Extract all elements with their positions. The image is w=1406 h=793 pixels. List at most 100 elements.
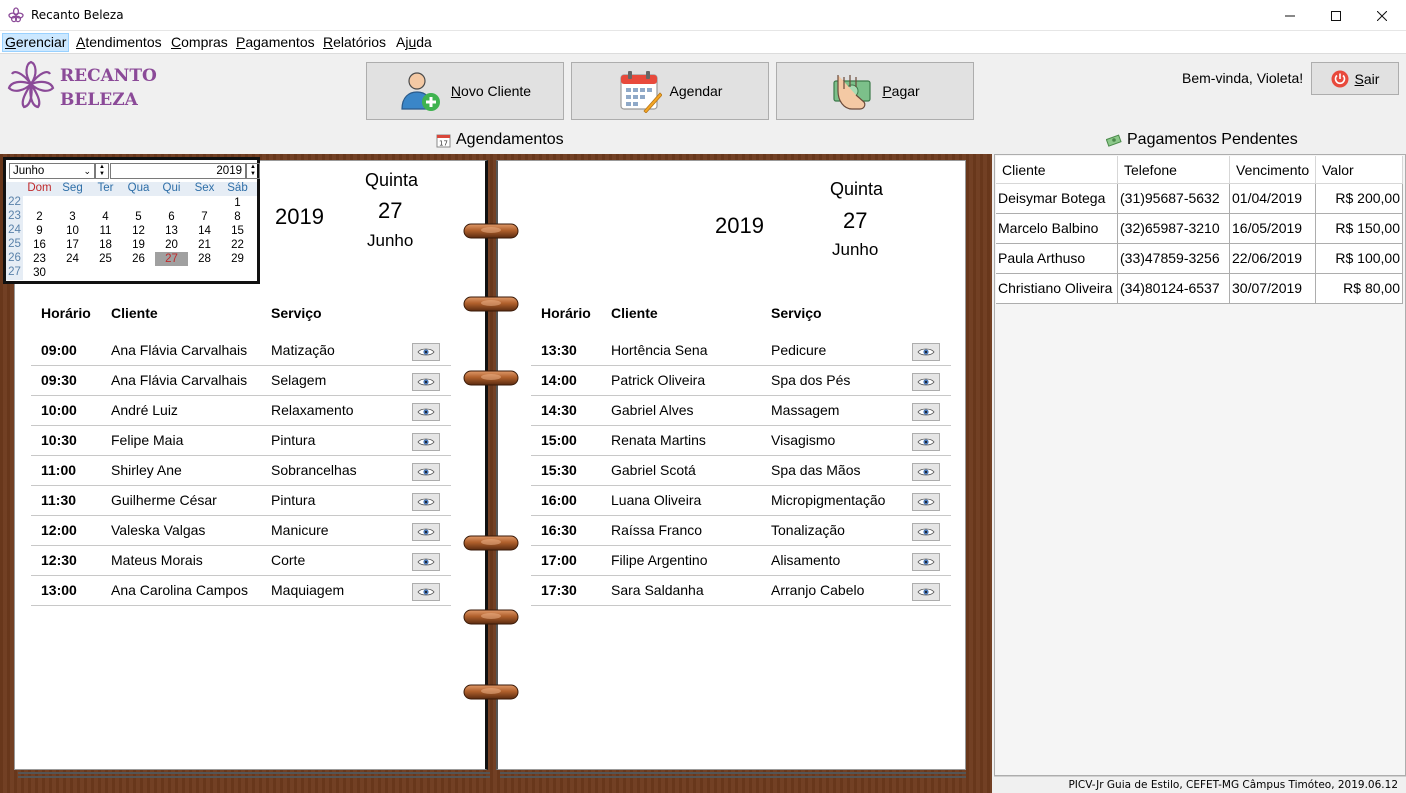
pagar-label: Pagar <box>882 83 920 99</box>
view-appointment-button[interactable] <box>412 433 440 451</box>
menu-atendimentos[interactable]: Atendimentos <box>73 33 165 52</box>
calendar-day[interactable]: 14 <box>188 224 221 238</box>
view-appointment-button[interactable] <box>412 553 440 571</box>
svg-text:17: 17 <box>439 139 448 147</box>
payment-phone[interactable]: (31)95687-5632 <box>1118 184 1230 214</box>
month-select[interactable]: Junho ⌄ <box>9 163 95 179</box>
calendar-day[interactable]: 13 <box>155 224 188 238</box>
view-appointment-button[interactable] <box>412 373 440 391</box>
calendar-day[interactable]: 25 <box>89 252 122 266</box>
pagar-button[interactable]: Pagar <box>776 62 974 120</box>
calendar-day[interactable]: 17 <box>56 238 89 252</box>
appointment-client: Filipe Argentino <box>611 552 708 568</box>
calendar-day[interactable]: 3 <box>56 210 89 224</box>
calendar-day-selected[interactable]: 27 <box>155 252 188 266</box>
calendar-day[interactable]: 7 <box>188 210 221 224</box>
payments-column-header[interactable]: Vencimento <box>1230 156 1316 184</box>
calendar-day[interactable]: 23 <box>23 252 56 266</box>
calendar-day[interactable]: 19 <box>122 238 155 252</box>
appointment-row: 16:30 Raíssa Franco Tonalização <box>531 516 951 546</box>
weekday-header: Sáb <box>227 182 248 194</box>
menu-compras[interactable]: Compras <box>168 33 231 52</box>
payment-due-date[interactable]: 22/06/2019 <box>1230 244 1316 274</box>
payment-phone[interactable]: (33)47859-3256 <box>1118 244 1230 274</box>
payment-phone[interactable]: (34)80124-6537 <box>1118 274 1230 304</box>
payments-column-header[interactable]: Valor <box>1316 156 1403 184</box>
appointment-time: 14:00 <box>541 372 577 388</box>
calendar-day[interactable]: 28 <box>188 252 221 266</box>
maximize-button[interactable] <box>1313 0 1359 31</box>
appointment-row: 09:00 Ana Flávia Carvalhais Matização <box>31 336 451 366</box>
calendar-day[interactable]: 29 <box>221 252 254 266</box>
calendar-day[interactable]: 9 <box>23 224 56 238</box>
calendar-day[interactable]: 6 <box>155 210 188 224</box>
payments-column-header[interactable]: Telefone <box>1118 156 1230 184</box>
sair-button[interactable]: Sair <box>1311 62 1399 95</box>
payment-client[interactable]: Paula Arthuso <box>996 244 1118 274</box>
appointment-time: 17:30 <box>541 582 577 598</box>
calendar-day[interactable]: 20 <box>155 238 188 252</box>
menu-pagamentos[interactable]: Pagamentos <box>233 33 318 52</box>
menu-gerenciar[interactable]: Gerenciar <box>2 33 70 52</box>
calendar-day[interactable]: 2 <box>23 210 56 224</box>
view-appointment-button[interactable] <box>912 553 940 571</box>
view-appointment-button[interactable] <box>912 493 940 511</box>
novo-cliente-button[interactable]: Novo Cliente <box>366 62 564 120</box>
calendar-day[interactable]: 21 <box>188 238 221 252</box>
left-month: Junho <box>367 231 414 250</box>
date-picker-calendar[interactable]: Junho ⌄ ▲ ▼ 2019 ▲ ▼ Dom Seg Ter Qua Qui Sex Sáb… <box>3 157 260 284</box>
payment-phone[interactable]: (32)65987-3210 <box>1118 214 1230 244</box>
view-appointment-button[interactable] <box>912 373 940 391</box>
view-appointment-button[interactable] <box>412 583 440 601</box>
calendar-day[interactable]: 30 <box>23 266 56 280</box>
close-button[interactable] <box>1359 0 1405 31</box>
payment-due-date[interactable]: 01/04/2019 <box>1230 184 1316 214</box>
view-appointment-button[interactable] <box>412 343 440 361</box>
payment-due-date[interactable]: 30/07/2019 <box>1230 274 1316 304</box>
calendar-day[interactable]: 22 <box>221 238 254 252</box>
payment-amount[interactable]: R$ 150,00 <box>1316 214 1403 244</box>
payment-client[interactable]: Christiano Oliveira <box>996 274 1118 304</box>
view-appointment-button[interactable] <box>912 523 940 541</box>
calendar-day[interactable]: 4 <box>89 210 122 224</box>
payment-client[interactable]: Deisymar Botega <box>996 184 1118 214</box>
calendar-day[interactable]: 24 <box>56 252 89 266</box>
menu-ajuda[interactable]: Ajuda <box>393 33 435 52</box>
agendar-button[interactable]: Agendar <box>571 62 769 120</box>
view-appointment-button[interactable] <box>912 583 940 601</box>
menu-relatorios[interactable]: Relatórios <box>320 33 389 52</box>
year-spinner[interactable]: ▲ ▼ <box>246 163 260 179</box>
calendar-day[interactable]: 16 <box>23 238 56 252</box>
minimize-button[interactable] <box>1267 0 1313 31</box>
calendar-day[interactable]: 18 <box>89 238 122 252</box>
payment-due-date[interactable]: 16/05/2019 <box>1230 214 1316 244</box>
view-appointment-button[interactable] <box>412 523 440 541</box>
payment-client[interactable]: Marcelo Balbino <box>996 214 1118 244</box>
calendar-day[interactable]: 8 <box>221 210 254 224</box>
view-appointment-button[interactable] <box>412 493 440 511</box>
view-appointment-button[interactable] <box>912 433 940 451</box>
calendar-small-icon: 17 <box>436 134 451 147</box>
payment-amount[interactable]: R$ 200,00 <box>1316 184 1403 214</box>
view-appointment-button[interactable] <box>412 463 440 481</box>
pending-payments-table[interactable]: Cliente Telefone Vencimento Valor Deisymar B… <box>994 154 1406 776</box>
view-appointment-button[interactable] <box>912 463 940 481</box>
calendar-day[interactable]: 26 <box>122 252 155 266</box>
maximize-icon <box>1331 10 1341 21</box>
view-appointment-button[interactable] <box>912 403 940 421</box>
view-appointment-button[interactable] <box>412 403 440 421</box>
year-field[interactable]: 2019 <box>110 163 246 179</box>
view-appointment-button[interactable] <box>912 343 940 361</box>
calendar-day[interactable]: 1 <box>221 196 254 210</box>
calendar-day[interactable]: 10 <box>56 224 89 238</box>
appointment-time: 11:30 <box>41 492 77 508</box>
payments-column-header[interactable]: Cliente <box>996 156 1118 184</box>
payment-amount[interactable]: R$ 80,00 <box>1316 274 1403 304</box>
calendar-day[interactable]: 5 <box>122 210 155 224</box>
calendar-day[interactable]: 12 <box>122 224 155 238</box>
month-spinner[interactable]: ▲ ▼ <box>95 163 109 179</box>
payment-amount[interactable]: R$ 100,00 <box>1316 244 1403 274</box>
calendar-day[interactable]: 15 <box>221 224 254 238</box>
calendar-day[interactable]: 11 <box>89 224 122 238</box>
appointment-time: 16:00 <box>541 492 577 508</box>
